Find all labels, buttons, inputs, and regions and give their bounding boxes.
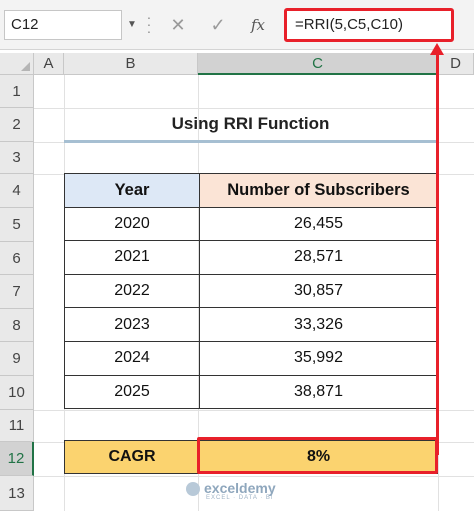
formula-input[interactable]: =RRI(5,C5,C10) xyxy=(284,8,454,42)
year-cell[interactable]: 2022 xyxy=(64,273,200,309)
row-header-11[interactable]: 11 xyxy=(0,410,34,442)
select-all-icon xyxy=(21,62,30,71)
subscribers-table: Year Number of Subscribers 2020 26,455 2… xyxy=(64,173,438,410)
subscribers-cell[interactable]: 26,455 xyxy=(199,206,438,242)
year-cell[interactable]: 2023 xyxy=(64,307,200,342)
formula-bar: C12 ▼ · · · ✕ ✓ fx =RRI(5,C5,C10) xyxy=(0,0,474,50)
cancel-icon[interactable]: ✕ xyxy=(164,10,192,40)
subscribers-cell[interactable]: 33,326 xyxy=(199,307,438,342)
name-box-dropdown-icon[interactable]: ▼ xyxy=(124,10,140,40)
column-header-a[interactable]: A xyxy=(34,53,64,75)
year-header[interactable]: Year xyxy=(64,173,200,208)
table-row: 2021 28,571 xyxy=(64,240,438,275)
year-cell[interactable]: 2021 xyxy=(64,240,200,275)
row-header-5[interactable]: 5 xyxy=(0,208,34,242)
insert-function-icon[interactable]: fx xyxy=(244,10,272,40)
year-cell[interactable]: 2020 xyxy=(64,206,200,242)
watermark-name: exceldemy xyxy=(204,480,276,496)
table-row: 2022 30,857 xyxy=(64,273,438,309)
row-header-2[interactable]: 2 xyxy=(0,108,34,142)
grid-line xyxy=(34,476,474,477)
drag-handle-icon[interactable]: · · · xyxy=(146,10,152,38)
subscribers-header[interactable]: Number of Subscribers xyxy=(199,173,438,208)
sheet-title[interactable]: Using RRI Function xyxy=(64,110,437,138)
title-underline xyxy=(64,140,437,143)
select-all-corner[interactable] xyxy=(0,53,34,75)
table-row: 2023 33,326 xyxy=(64,307,438,342)
watermark-logo-icon xyxy=(186,482,200,496)
row-header-6[interactable]: 6 xyxy=(0,242,34,275)
row-header-7[interactable]: 7 xyxy=(0,275,34,309)
annotation-arrow-line xyxy=(436,52,439,455)
column-header-d[interactable]: D xyxy=(438,53,474,75)
name-box[interactable]: C12 xyxy=(4,10,122,40)
table-row: 2024 35,992 xyxy=(64,340,438,376)
enter-icon[interactable]: ✓ xyxy=(204,10,232,40)
row-header-13[interactable]: 13 xyxy=(0,476,34,511)
year-cell[interactable]: 2025 xyxy=(64,374,200,410)
subscribers-cell[interactable]: 38,871 xyxy=(199,374,438,410)
row-header-8[interactable]: 8 xyxy=(0,309,34,342)
row-header-10[interactable]: 10 xyxy=(0,376,34,410)
column-header-c[interactable]: C xyxy=(198,53,438,75)
grid-line xyxy=(34,410,474,411)
subscribers-cell[interactable]: 30,857 xyxy=(199,273,438,309)
row-header-1[interactable]: 1 xyxy=(0,75,34,108)
table-row: 2020 26,455 xyxy=(64,206,438,242)
row-header-12[interactable]: 12 xyxy=(0,442,34,476)
selected-cell-highlight xyxy=(197,437,438,474)
table-row: 2025 38,871 xyxy=(64,374,438,410)
grid-line xyxy=(34,108,474,109)
subscribers-cell[interactable]: 28,571 xyxy=(199,240,438,275)
row-header-3[interactable]: 3 xyxy=(0,142,34,174)
year-cell[interactable]: 2024 xyxy=(64,340,200,376)
watermark-tagline: EXCEL · DATA · BI xyxy=(206,495,274,501)
row-header-4[interactable]: 4 xyxy=(0,174,34,208)
annotation-arrow-head-icon xyxy=(430,43,444,55)
row-header-9[interactable]: 9 xyxy=(0,342,34,376)
table-header-row: Year Number of Subscribers xyxy=(64,173,438,208)
subscribers-cell[interactable]: 35,992 xyxy=(199,340,438,376)
column-header-b[interactable]: B xyxy=(64,53,198,75)
cagr-label[interactable]: CAGR xyxy=(64,440,200,474)
